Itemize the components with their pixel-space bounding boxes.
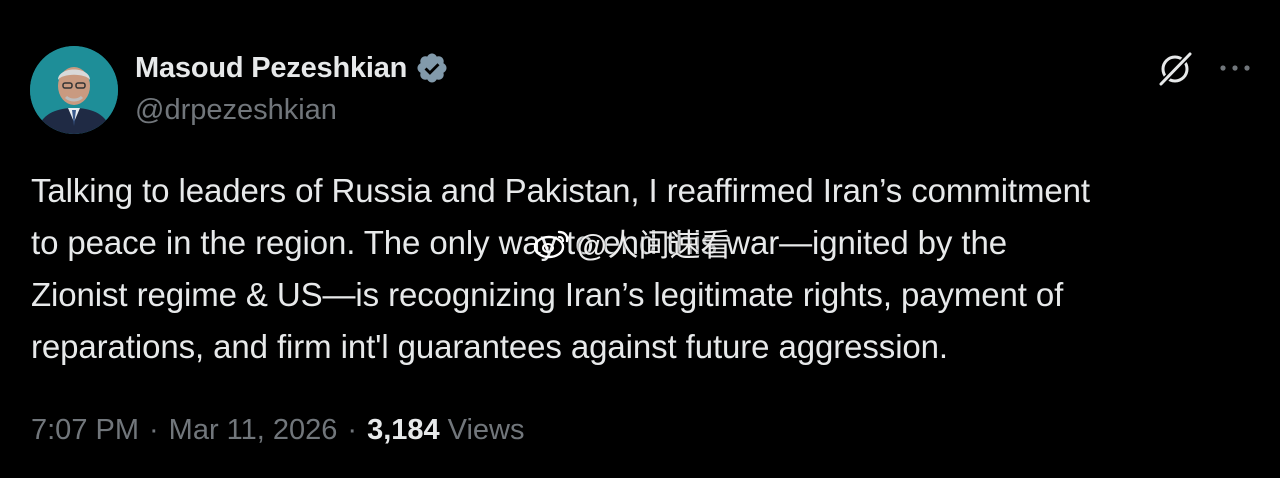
tweet-text-line: Zionist regime & US—is recognizing Iran’… bbox=[31, 276, 1064, 313]
more-options-icon[interactable] bbox=[1217, 56, 1253, 80]
weibo-icon bbox=[533, 230, 569, 258]
tweet-meta: 7:07 PM · Mar 11, 2026 · 3,184 Views bbox=[31, 410, 525, 450]
views-label: Views bbox=[447, 413, 525, 446]
tweet-date[interactable]: Mar 11, 2026 bbox=[169, 414, 338, 447]
author-name-row: Masoud Pezeshkian bbox=[135, 50, 449, 86]
tweet-text-line: reparations, and firm int'l guarantees a… bbox=[31, 328, 949, 365]
person-avatar-icon bbox=[30, 46, 118, 134]
watermark: @人间速看 bbox=[532, 220, 731, 265]
author-display-name[interactable]: Masoud Pezeshkian bbox=[135, 52, 407, 85]
meta-separator: · bbox=[347, 413, 358, 446]
watermark-text: @人间速看 bbox=[576, 228, 732, 263]
verified-badge-icon bbox=[417, 53, 447, 83]
grok-icon[interactable] bbox=[1155, 48, 1195, 88]
views-count: 3,184 bbox=[367, 413, 440, 446]
avatar[interactable] bbox=[30, 46, 118, 134]
tweet-text-line: Talking to leaders of Russia and Pakista… bbox=[31, 172, 1090, 209]
tweet-time[interactable]: 7:07 PM bbox=[31, 414, 139, 447]
tweet-text: Talking to leaders of Russia and Pakista… bbox=[31, 165, 1261, 373]
meta-separator: · bbox=[149, 413, 159, 446]
author-handle[interactable]: @drpezeshkian bbox=[135, 94, 337, 127]
